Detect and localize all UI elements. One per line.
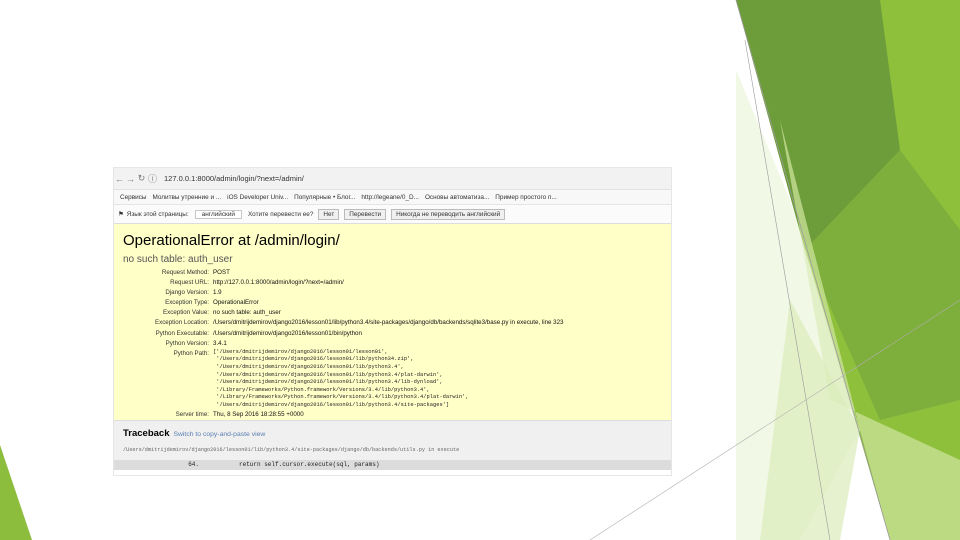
python-path-value: ['/Users/dmitrijdemirov/django2016/lesso… [213,348,469,408]
meta-key: Exception Location: [154,319,209,327]
switch-view-link[interactable]: Switch to copy-and-paste view [173,431,265,438]
error-subtitle: no such table: auth_user [123,254,233,265]
error-summary: OperationalError at /admin/login/ no suc… [114,224,671,421]
meta-key: Python Path: [173,349,209,357]
traceback-file: /Users/dmitrijdemirov/django2016/lesson0… [123,447,460,453]
traceback-code-line[interactable]: 64. return self.cursor.execute(sql, param… [114,460,671,470]
thin-line-1 [735,0,891,540]
meta-key: Request URL: [170,279,209,287]
traceback-title: Traceback [123,428,170,439]
info-icon[interactable]: ⓘ [147,172,158,185]
bookmark-item[interactable]: iOS Developer Univ... [227,194,288,201]
bookmark-item[interactable]: Сервисы [120,194,146,201]
meta-row: Server time: Thu, 8 Sep 2016 18:28:55 +00… [124,410,564,420]
language-prompt: Язык этой страницы: [126,210,189,218]
green-facet-main [736,0,960,540]
address-bar: ← → ↻ ⓘ 127.0.0.1:8000/admin/login/?next… [114,168,671,190]
meta-row: Django Version: 1.9 [124,288,564,298]
meta-row: Request Method: POST [124,268,564,278]
error-title: OperationalError at /admin/login/ [123,232,340,249]
meta-key: Request Method: [161,269,209,276]
meta-value: Thu, 8 Sep 2016 18:28:55 +0000 [213,410,304,418]
green-facet-mid [805,150,960,420]
no-button[interactable]: Нет [318,208,340,220]
meta-value: http://127.0.0.1:8000/admin/login/?next=… [213,279,344,287]
meta-key: Python Executable: [155,329,209,337]
traceback-heading: Traceback Switch to copy-and-paste view [123,428,265,439]
meta-row: Exception Location: /Users/dmitrijdemirov… [124,318,564,328]
green-facet-pale-2 [760,300,860,540]
bookmark-item[interactable]: Популярные • Блог... [294,194,355,201]
back-icon[interactable]: ← [114,174,125,184]
reload-icon[interactable]: ↻ [136,173,147,184]
browser-screenshot: ← → ↻ ⓘ 127.0.0.1:8000/admin/login/?next… [114,168,671,475]
never-translate-button[interactable]: Никогда не переводить английский [391,208,506,220]
translate-icon: ⚑ [118,211,124,218]
request-info-table: Request Method: POST Request URL: http://1… [124,268,564,420]
translate-question: Хотите перевести ее? [247,210,314,218]
bookmark-item[interactable]: Молитвы утренние и ... [152,194,221,201]
code-text: return self.cursor.execute(sql, params) [239,461,380,468]
meta-value: POST [213,269,230,276]
meta-row: Python Executable: /Users/dmitrijdemirov/… [124,329,564,339]
green-facet-pale [736,70,860,540]
meta-value: /Users/dmitrijdemirov/django2016/lesson0… [213,329,362,337]
meta-row: Python Version: 3.4.1 [124,339,564,349]
thin-line-2 [744,39,831,540]
meta-value: 3.4.1 [213,339,227,347]
code-line-number: 64. [188,461,199,468]
meta-value: /Users/dmitrijdemirov/django2016/lesson0… [213,319,564,327]
bottom-left-triangle [0,445,32,540]
translate-button[interactable]: Перевести [344,208,387,220]
meta-row: Exception Type: OperationalError [124,298,564,308]
bookmark-item[interactable]: http://legeane/0_D... [361,194,419,201]
meta-value: 1.9 [213,289,222,297]
url-field[interactable]: 127.0.0.1:8000/admin/login/?next=/admin/ [164,174,304,183]
bookmark-item[interactable]: Основы автоматиза... [425,194,489,201]
meta-value: OperationalError [213,299,259,307]
meta-key: Exception Value: [163,309,209,317]
meta-row: Python Path: ['/Users/dmitrijdemirov/djan… [124,349,564,410]
language-select[interactable]: английский [194,209,242,219]
green-facet-dark [736,0,900,250]
meta-value: no such table: auth_user [213,309,281,317]
meta-row: Exception Value: no such table: auth_user [124,308,564,318]
bookmarks-bar: Сервисы Молитвы утренние и ... iOS Devel… [114,190,671,205]
meta-key: Exception Type: [165,299,209,307]
forward-icon[interactable]: → [125,174,136,184]
meta-key: Django Version: [165,289,209,297]
meta-row: Request URL: http://127.0.0.1:8000/admin/… [124,278,564,288]
green-facet-light [780,120,960,540]
translate-bar: ⚑ Язык этой страницы: английский Хотите … [114,205,671,224]
meta-key: Server time: [175,410,209,418]
bookmark-item[interactable]: Пример простого п... [495,194,556,201]
meta-key: Python Version: [165,339,209,347]
traceback-section: Traceback Switch to copy-and-paste view /… [114,421,671,470]
